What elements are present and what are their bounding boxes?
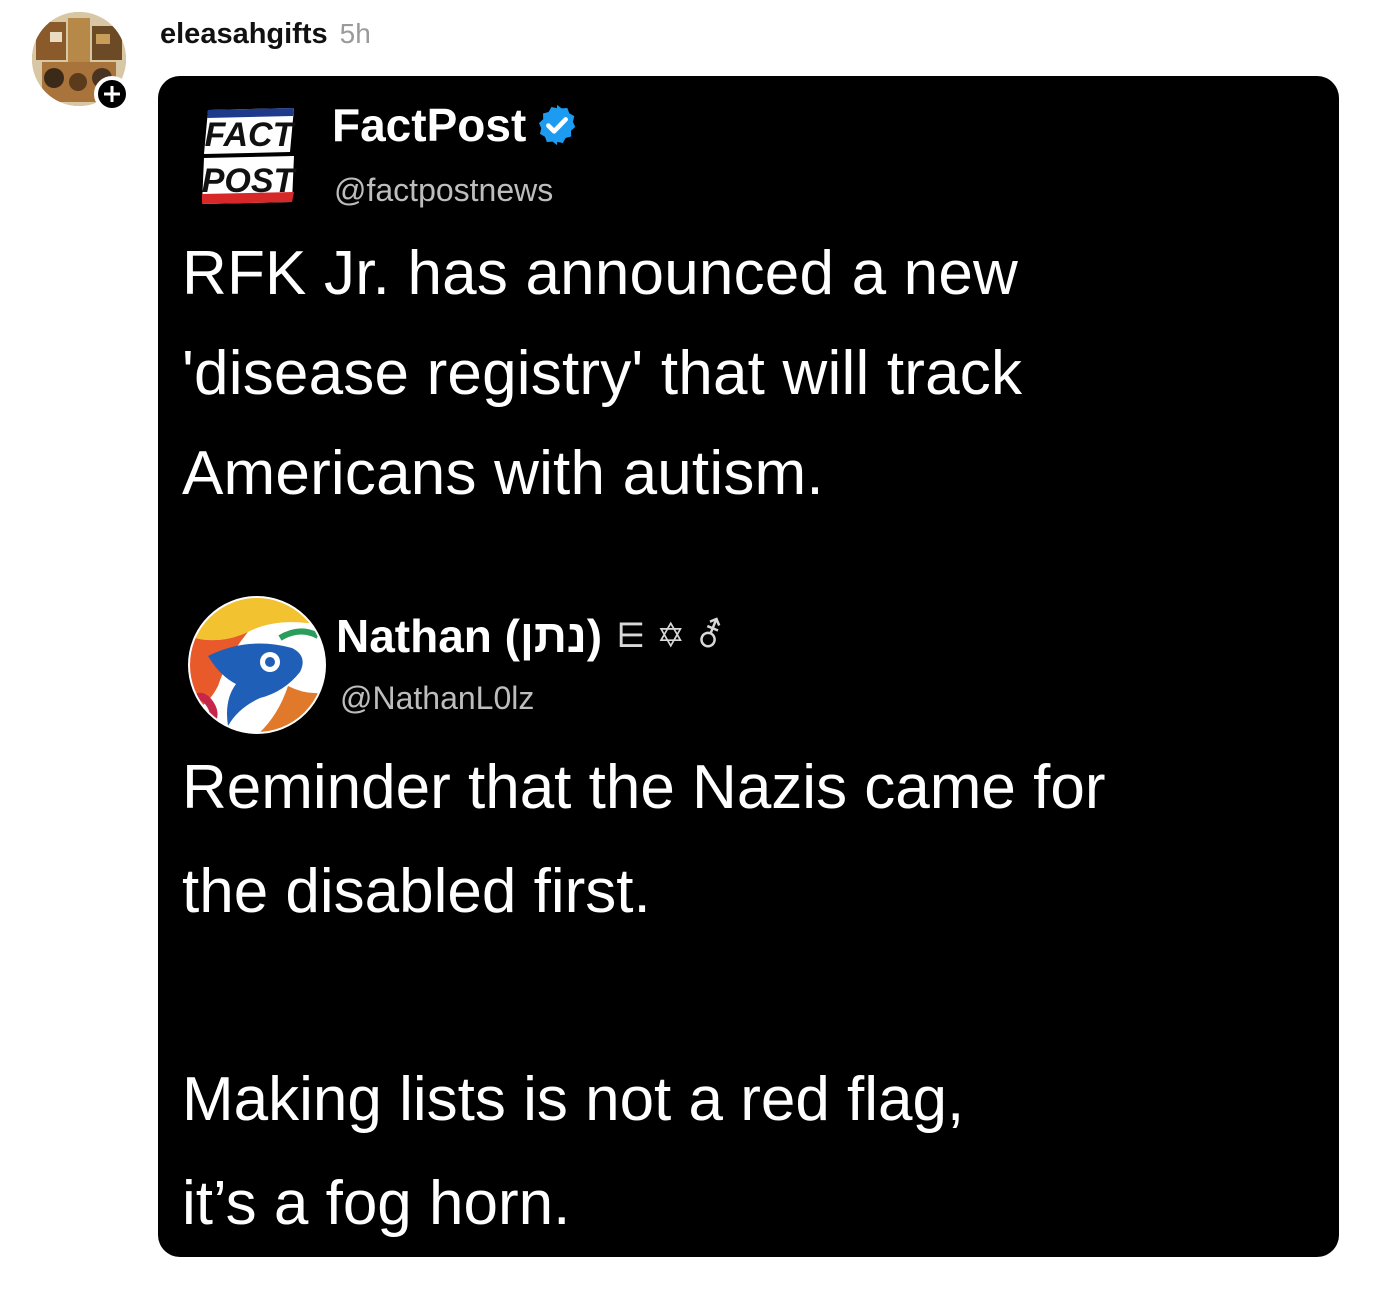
plus-icon <box>104 86 120 102</box>
second-tweet-display-name: Nathan (נתן) <box>336 610 603 662</box>
timestamp: 5h <box>339 18 371 49</box>
first-tweet-line: Americans with autism. <box>182 439 824 508</box>
logo-text-post: POST <box>202 162 298 200</box>
second-tweet-handle: @NathanL0lz <box>340 680 535 716</box>
second-tweet-text: Reminder that the Nazis came for the dis… <box>182 736 1322 944</box>
first-tweet-author-row: FactPost <box>332 100 580 150</box>
first-tweet-line: RFK Jr. has announced a new <box>182 239 1019 308</box>
factpost-logo: FACT POST <box>202 108 298 204</box>
post-image[interactable]: FACT POST FactPost @factpostnews RFK Jr.… <box>158 76 1339 1257</box>
username[interactable]: eleasahgifts <box>160 18 328 51</box>
second-tweet-text-continued: Making lists is not a red flag, it’s a f… <box>182 1048 1322 1256</box>
first-tweet-text: RFK Jr. has announced a new 'disease reg… <box>182 224 1302 524</box>
name-symbols: ⋿ ✡ ⚦ <box>616 616 725 656</box>
second-tweet-line: the disabled first. <box>182 857 651 926</box>
second-tweet-line: Making lists is not a red flag, <box>182 1065 965 1134</box>
second-tweet-line: it’s a fog horn. <box>182 1169 571 1238</box>
first-tweet-display-name: FactPost <box>332 99 527 151</box>
follow-button[interactable] <box>94 76 130 112</box>
second-tweet-line: Reminder that the Nazis came for <box>182 753 1106 822</box>
logo-text-fact: FACT <box>205 116 297 154</box>
post-header: eleasahgifts 5h <box>160 18 371 58</box>
poster-avatar-container[interactable] <box>32 12 132 112</box>
second-tweet-avatar <box>188 596 326 734</box>
verified-check-icon <box>539 104 576 146</box>
first-tweet-line: 'disease registry' that will track <box>182 339 1023 408</box>
second-tweet-author-row: Nathan (נתן) ⋿ ✡ ⚦ <box>336 610 724 662</box>
first-tweet-handle: @factpostnews <box>334 172 554 208</box>
